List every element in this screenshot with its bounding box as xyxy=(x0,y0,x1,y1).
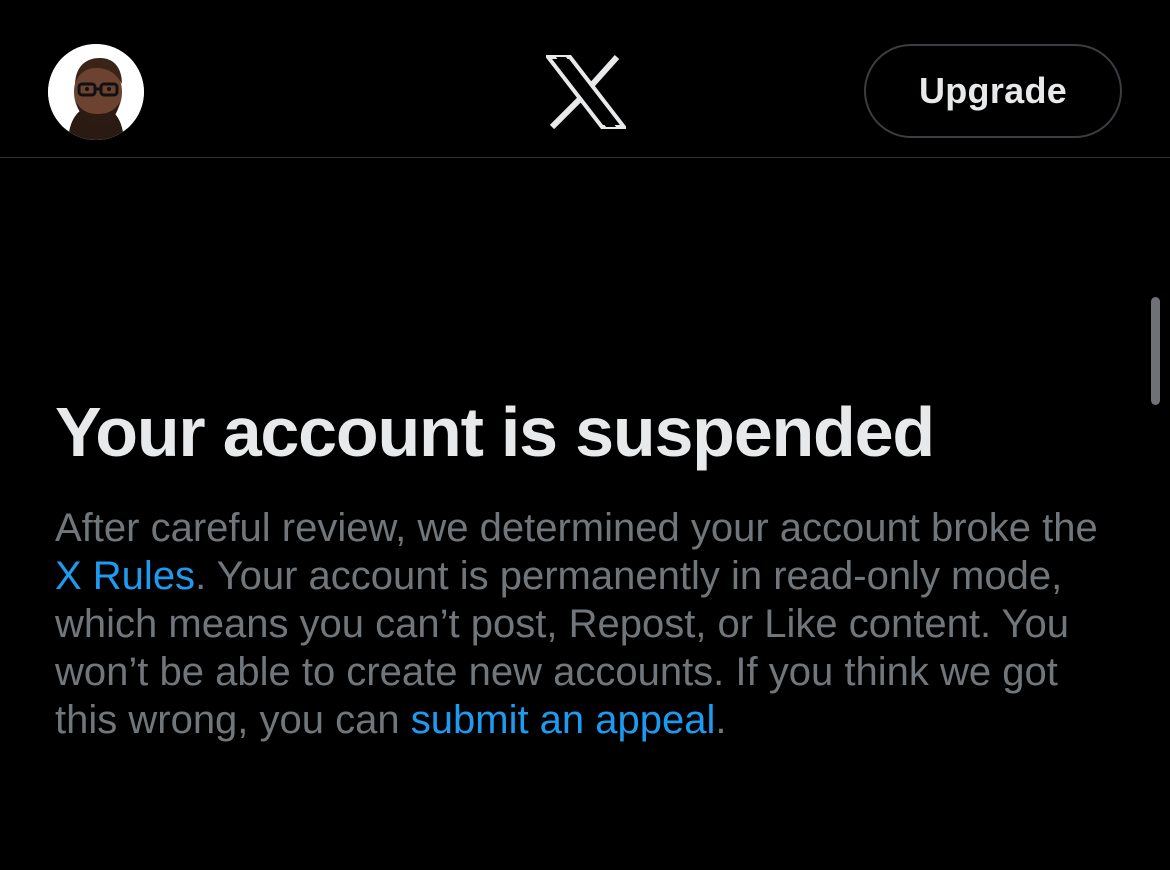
scrollbar[interactable] xyxy=(1151,297,1160,405)
upgrade-button[interactable]: Upgrade xyxy=(864,44,1122,138)
top-bar: Upgrade xyxy=(0,0,1170,158)
message-text: After careful review, we determined your… xyxy=(55,506,1098,550)
submit-appeal-link[interactable]: submit an appeal xyxy=(411,698,716,742)
x-logo-icon[interactable] xyxy=(546,55,626,129)
suspension-notice: Your account is suspended After careful … xyxy=(55,390,1135,744)
suspension-message: After careful review, we determined your… xyxy=(55,504,1130,744)
x-rules-link[interactable]: X Rules xyxy=(55,554,195,598)
avatar-image xyxy=(48,44,144,140)
page-title: Your account is suspended xyxy=(55,393,935,471)
avatar[interactable] xyxy=(48,44,144,140)
message-text: . xyxy=(715,698,727,742)
